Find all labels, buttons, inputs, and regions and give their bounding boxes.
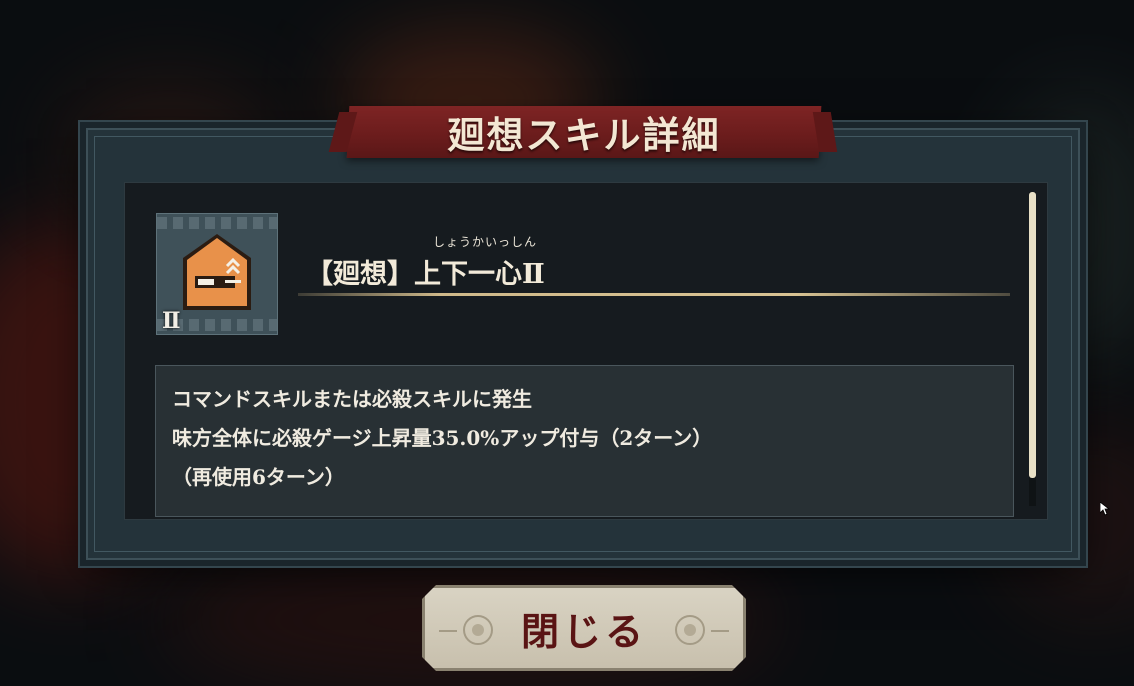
title-underline xyxy=(298,293,1010,296)
close-button-label: 閉じる xyxy=(520,608,647,654)
description-line: コマンドスキルまたは必殺スキルに発生 xyxy=(172,387,532,411)
ornament-icon xyxy=(463,615,493,645)
turn-gauge-up-icon xyxy=(183,234,251,310)
description-line: 味方全体に必殺ゲージ上昇量35.0%アップ付与（2ターン） xyxy=(172,426,713,450)
skill-description: コマンドスキルまたは必殺スキルに発生 味方全体に必殺ゲージ上昇量35.0%アップ… xyxy=(155,365,1014,517)
scrollbar-thumb[interactable] xyxy=(1029,192,1036,478)
skill-name: 【廻想】上下一心Ⅱ xyxy=(306,259,545,290)
dialog-title: 廻想スキル詳細 xyxy=(447,113,721,157)
ornament-icon xyxy=(675,615,705,645)
skill-level-mark: Ⅱ xyxy=(162,308,181,334)
skill-name-reading: しょうかいっしん xyxy=(433,235,538,249)
mouse-cursor-icon xyxy=(1100,502,1110,516)
close-button[interactable]: 閉じる xyxy=(422,585,746,671)
description-line: （再使用6ターン） xyxy=(172,465,345,489)
